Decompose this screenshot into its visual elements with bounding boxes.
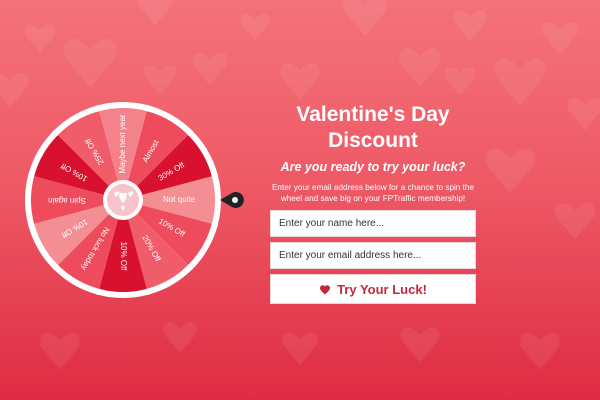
button-label: Try Your Luck!: [337, 281, 427, 297]
hearts-icon: [103, 180, 143, 220]
wheel-segment-label: 10% Off: [119, 242, 128, 272]
signup-panel: Valentine's Day Discount Are you ready t…: [270, 100, 476, 304]
wheel-peg: [211, 172, 218, 179]
wheel-peg: [28, 172, 35, 179]
wheel-peg: [211, 221, 218, 228]
wheel-peg: [95, 105, 102, 112]
wheel-peg: [52, 129, 60, 137]
wheel-peg: [28, 221, 35, 228]
wheel-peg: [144, 105, 151, 112]
pointer-icon: [220, 192, 244, 208]
subtitle: Are you ready to try your luck?: [280, 160, 466, 174]
name-input[interactable]: [270, 210, 476, 237]
try-your-luck-button[interactable]: Try Your Luck!: [270, 274, 476, 304]
wheel-peg: [144, 288, 151, 295]
prize-wheel[interactable]: Not quite 10% Off 20% Off 10% Off No luck to…: [20, 100, 244, 300]
wheel-segment-label: Not quite: [163, 195, 196, 204]
wheel-segment-label: Spin again: [48, 196, 86, 205]
email-input[interactable]: [270, 242, 476, 269]
wheel-peg: [52, 263, 60, 271]
wheel-peg: [95, 288, 102, 295]
wheel-peg: [186, 129, 194, 137]
wheel-graphic: Not quite10% Off20% Off10% OffNo luck to…: [25, 102, 244, 298]
description: Enter your email address below for a cha…: [271, 183, 475, 203]
heart-icon: [320, 284, 331, 294]
wheel-segment-label: Maybe next year: [118, 114, 127, 173]
wheel-peg: [186, 263, 194, 271]
page-title: Valentine's Day Discount: [296, 103, 450, 152]
